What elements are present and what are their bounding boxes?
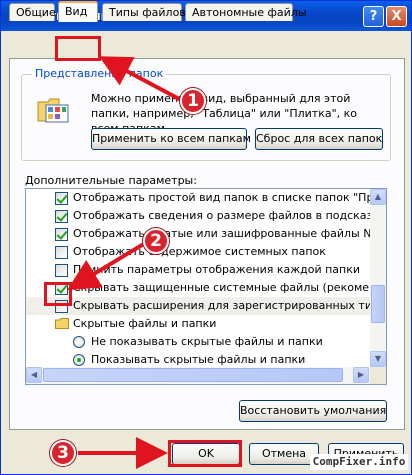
highlight-ok-button (168, 440, 242, 467)
arrow-2 (67, 240, 149, 291)
highlight-tab-view (55, 36, 101, 61)
watermark: CompFixer.info (310, 454, 408, 470)
callout-step-2: 2 (143, 228, 169, 254)
callout-step-1: 1 (180, 88, 206, 114)
tab-view[interactable]: Вид (58, 1, 98, 22)
annotation-arrows (67, 56, 184, 469)
callout-step-3: 3 (50, 440, 76, 466)
highlight-hide-extensions (44, 282, 72, 306)
arrow-1 (98, 56, 184, 103)
